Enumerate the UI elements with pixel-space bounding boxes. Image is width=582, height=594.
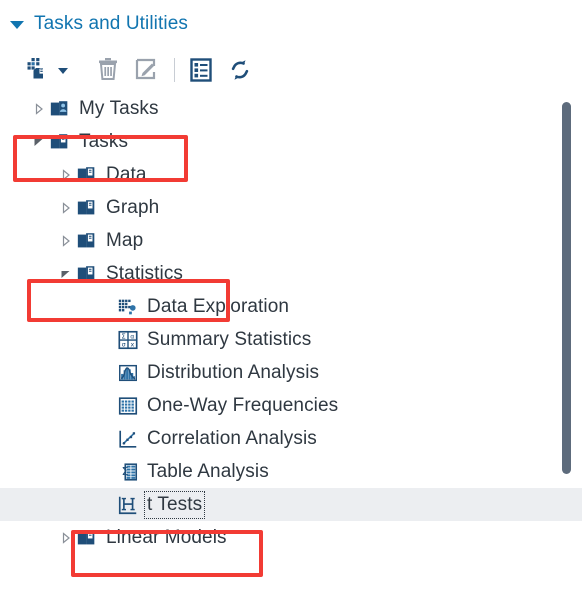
tree-item-label: t Tests bbox=[143, 490, 206, 519]
expand-arrow-icon[interactable] bbox=[57, 201, 75, 214]
panel-title: Tasks and Utilities bbox=[34, 12, 188, 34]
task-folder-icon-wrapper bbox=[75, 527, 99, 549]
task-folder-icon-wrapper bbox=[75, 164, 99, 186]
task-folder-icon-wrapper bbox=[75, 230, 99, 252]
triangle-down-icon[interactable] bbox=[10, 20, 24, 29]
tree-item-label: Statistics bbox=[106, 262, 184, 284]
tree-item-label: One-Way Frequencies bbox=[147, 394, 339, 416]
svg-text:σ: σ bbox=[122, 340, 126, 348]
expand-arrow-icon[interactable] bbox=[30, 102, 48, 115]
task-folder-icon-wrapper bbox=[75, 197, 99, 219]
one-way-frequencies-icon-wrapper bbox=[116, 395, 140, 417]
tree-item-label: Distribution Analysis bbox=[147, 361, 320, 383]
tasks-tree[interactable]: My Tasks Tasks Data Graph Map Statistics Data … bbox=[0, 92, 582, 594]
collapse-arrow-icon[interactable] bbox=[30, 136, 48, 148]
svg-text:x: x bbox=[131, 340, 135, 348]
tree-item-correlation-analysis[interactable]: Correlation Analysis bbox=[0, 422, 582, 455]
task-folder-icon bbox=[50, 133, 68, 148]
delete-button[interactable] bbox=[96, 54, 120, 86]
tree-item-label: Data bbox=[106, 163, 147, 185]
t-tests-icon bbox=[118, 496, 137, 514]
tree-item-label: Data Exploration bbox=[147, 295, 290, 317]
svg-text:α: α bbox=[130, 332, 134, 340]
chevron-right-icon bbox=[35, 102, 43, 115]
tree-item-label: My Tasks bbox=[79, 97, 159, 119]
collapse-arrow-icon[interactable] bbox=[57, 268, 75, 280]
tree-item-one-way-frequencies[interactable]: One-Way Frequencies bbox=[0, 389, 582, 422]
properties-button[interactable] bbox=[189, 54, 213, 86]
expand-arrow-icon[interactable] bbox=[57, 168, 75, 181]
my-tasks-folder-icon bbox=[50, 100, 68, 115]
task-folder-icon-wrapper bbox=[48, 131, 72, 153]
tree-item-label: Tasks bbox=[79, 130, 129, 152]
distribution-analysis-icon-wrapper bbox=[116, 362, 140, 384]
task-folder-icon bbox=[77, 232, 95, 247]
tree-item-map[interactable]: Map bbox=[0, 224, 582, 257]
triangle-down-left-icon bbox=[34, 138, 43, 146]
toolbar-separator bbox=[174, 57, 175, 82]
tree-item-label: Table Analysis bbox=[147, 460, 269, 482]
tree-item-table-analysis[interactable]: Σ Table Analysis bbox=[0, 455, 582, 488]
expand-arrow-icon[interactable] bbox=[57, 531, 75, 544]
tree-item-my-tasks[interactable]: My Tasks bbox=[0, 92, 582, 125]
task-folder-icon-wrapper bbox=[75, 263, 99, 285]
properties-list-icon bbox=[190, 57, 212, 82]
tree-scrollbar[interactable] bbox=[560, 92, 572, 594]
chevron-right-icon bbox=[62, 201, 70, 214]
tree-item-label: Summary Statistics bbox=[147, 328, 312, 350]
tree-item-data[interactable]: Data bbox=[0, 158, 582, 191]
chevron-right-icon bbox=[62, 168, 70, 181]
tree-item-label: Graph bbox=[106, 196, 160, 218]
task-folder-icon bbox=[77, 265, 95, 280]
task-folder-icon bbox=[77, 166, 95, 181]
t-tests-icon-wrapper bbox=[116, 494, 140, 516]
tree-item-label: Linear Models bbox=[106, 526, 227, 548]
edit-button[interactable] bbox=[134, 54, 158, 86]
table-analysis-icon: Σ bbox=[122, 462, 138, 481]
tree-item-tasks[interactable]: Tasks bbox=[0, 125, 582, 158]
expand-arrow-icon[interactable] bbox=[57, 234, 75, 247]
summary-statistics-icon-wrapper: Σασx bbox=[116, 329, 140, 351]
svg-text:Σ: Σ bbox=[121, 332, 125, 340]
triangle-down-left-icon bbox=[61, 270, 70, 278]
new-task-icon bbox=[27, 57, 44, 78]
tree-item-label: Correlation Analysis bbox=[147, 427, 317, 449]
task-folder-icon bbox=[77, 199, 95, 214]
chevron-down-icon[interactable] bbox=[58, 68, 68, 74]
one-way-frequencies-icon bbox=[118, 396, 138, 415]
correlation-analysis-icon bbox=[119, 430, 137, 448]
task-folder-icon bbox=[77, 529, 95, 544]
correlation-analysis-icon-wrapper bbox=[116, 428, 140, 450]
tree-scrollbar-thumb[interactable] bbox=[562, 102, 571, 474]
edit-pencil-icon bbox=[135, 58, 156, 79]
tree-item-data-exploration[interactable]: Data Exploration bbox=[0, 290, 582, 323]
tree-item-linear-models[interactable]: Linear Models bbox=[0, 521, 582, 554]
summary-statistics-icon: Σασ x bbox=[118, 330, 138, 349]
tree-item-graph[interactable]: Graph bbox=[0, 191, 582, 224]
tasks-toolbar bbox=[0, 47, 582, 92]
my-tasks-folder-icon-wrapper bbox=[48, 98, 72, 120]
chevron-right-icon bbox=[62, 531, 70, 544]
tree-item-distribution-analysis[interactable]: Distribution Analysis bbox=[0, 356, 582, 389]
tree-item-label: Map bbox=[106, 229, 144, 251]
svg-text:Σ: Σ bbox=[122, 464, 129, 477]
tree-item-summary-statistics[interactable]: Σα σ x Summary Statistics bbox=[0, 323, 582, 356]
data-exploration-icon-wrapper bbox=[116, 296, 140, 318]
new-task-button[interactable] bbox=[27, 54, 68, 86]
trash-icon bbox=[99, 57, 117, 80]
refresh-button[interactable] bbox=[227, 54, 253, 86]
data-exploration-icon bbox=[118, 299, 136, 314]
panel-header[interactable]: Tasks and Utilities bbox=[0, 0, 582, 47]
refresh-icon bbox=[231, 59, 249, 80]
tree-item-t-tests[interactable]: t Tests bbox=[0, 488, 582, 521]
chevron-right-icon bbox=[62, 234, 70, 247]
table-analysis-icon-wrapper: Σ bbox=[116, 461, 140, 483]
tree-item-statistics[interactable]: Statistics bbox=[0, 257, 582, 290]
distribution-analysis-icon bbox=[119, 364, 137, 381]
